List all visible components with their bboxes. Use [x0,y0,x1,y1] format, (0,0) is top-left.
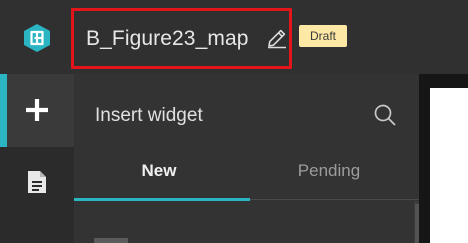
status-badge: Draft [299,25,347,47]
page-icon[interactable] [27,170,47,194]
plus-icon [26,99,48,121]
tab-pending[interactable]: Pending [244,160,414,182]
app-title[interactable]: B_Figure23_map [86,27,249,51]
top-bar: B_Figure23_map Draft [0,0,468,74]
rail-selected-indicator [0,74,7,147]
widget-list-item[interactable] [94,238,128,243]
tab-selected-indicator [74,198,250,201]
left-rail [0,74,74,243]
rail-item-insert[interactable] [0,74,74,147]
canvas-page[interactable] [430,88,468,243]
app-logo-icon[interactable] [22,23,52,53]
tab-new[interactable]: New [74,160,244,182]
pencil-edit-icon[interactable] [265,26,289,50]
search-icon[interactable] [372,102,398,128]
insert-widget-panel: Insert widget New Pending [74,74,419,243]
panel-title: Insert widget [95,105,203,126]
tab-divider [250,199,419,200]
app-title-highlight: B_Figure23_map [71,8,292,69]
